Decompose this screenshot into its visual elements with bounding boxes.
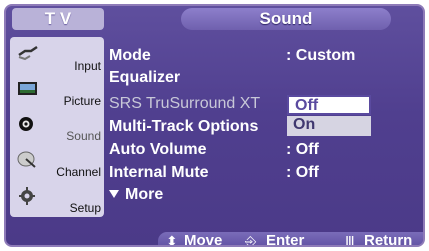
sidebar-item-channel[interactable]: Channel xyxy=(10,145,104,181)
updown-arrows-icon: ⬍ xyxy=(166,233,178,247)
return-icon: Ⅲ xyxy=(345,233,355,247)
menu-row-label: Mode xyxy=(109,47,151,64)
menu-row-equalizer[interactable]: Equalizer xyxy=(109,69,419,87)
dropdown-option-on[interactable]: On xyxy=(287,116,371,136)
tv-osd: T V Sound Input Picture Sound Channel Se… xyxy=(0,0,429,251)
sidebar: Input Picture Sound Channel Setup xyxy=(10,37,104,217)
dropdown-option-off[interactable]: Off xyxy=(287,95,371,115)
enter-icon: ⎆ xyxy=(245,233,257,247)
menu-row-label: More xyxy=(125,186,164,203)
sidebar-item-input[interactable]: Input xyxy=(10,39,104,75)
srs-dropdown[interactable]: Off On xyxy=(287,95,371,137)
menu-row-srs-trusurround[interactable]: SRS TruSurround XT : xyxy=(109,95,419,113)
menu-row-auto-volume[interactable]: Auto Volume : Off xyxy=(109,141,419,159)
sidebar-item-sound[interactable]: Sound xyxy=(10,109,104,145)
gear-icon xyxy=(19,187,35,205)
osd-frame: T V Sound Input Picture Sound Channel Se… xyxy=(4,4,425,247)
menu-row-mode[interactable]: Mode : Custom xyxy=(109,47,419,65)
footer: ⬍ Move ⎆ Enter Ⅲ Return xyxy=(8,232,423,247)
sidebar-item-label: Picture xyxy=(63,94,101,108)
menu-row-value: : Custom xyxy=(286,47,356,64)
sidebar-item-label: Input xyxy=(74,59,101,73)
sidebar-item-label: Channel xyxy=(56,165,101,179)
menu-row-more[interactable]: More xyxy=(109,186,419,204)
sound-menu: Mode : Custom Equalizer SRS TruSurround … xyxy=(109,47,419,217)
speaker-icon xyxy=(19,117,33,131)
menu-row-value: : Off xyxy=(286,164,319,181)
menu-row-multi-track[interactable]: Multi-Track Options xyxy=(109,118,419,136)
sidebar-item-setup[interactable]: Setup xyxy=(10,181,104,217)
plug-icon xyxy=(18,45,38,61)
sidebar-item-picture[interactable]: Picture xyxy=(10,74,104,110)
footer-enter-label: Enter xyxy=(266,232,305,247)
menu-row-label: SRS TruSurround XT xyxy=(109,95,261,112)
menu-row-label: Multi-Track Options xyxy=(109,118,259,135)
sidebar-item-label: Setup xyxy=(69,201,101,215)
menu-row-internal-mute[interactable]: Internal Mute : Off xyxy=(109,164,419,182)
footer-move-label: Move xyxy=(184,232,223,247)
menu-row-label: Equalizer xyxy=(109,69,181,86)
picture-icon xyxy=(18,82,37,95)
footer-return-label: Return xyxy=(364,232,413,247)
menu-row-label: Auto Volume xyxy=(109,141,207,158)
menu-title: Sound xyxy=(181,8,391,30)
down-arrow-icon xyxy=(109,190,119,198)
menu-row-label: Internal Mute xyxy=(109,164,209,181)
menu-row-value: : Off xyxy=(286,141,319,158)
source-tab: T V xyxy=(12,8,104,30)
sidebar-item-label: Sound xyxy=(66,129,101,143)
satellite-dish-icon xyxy=(17,151,36,168)
